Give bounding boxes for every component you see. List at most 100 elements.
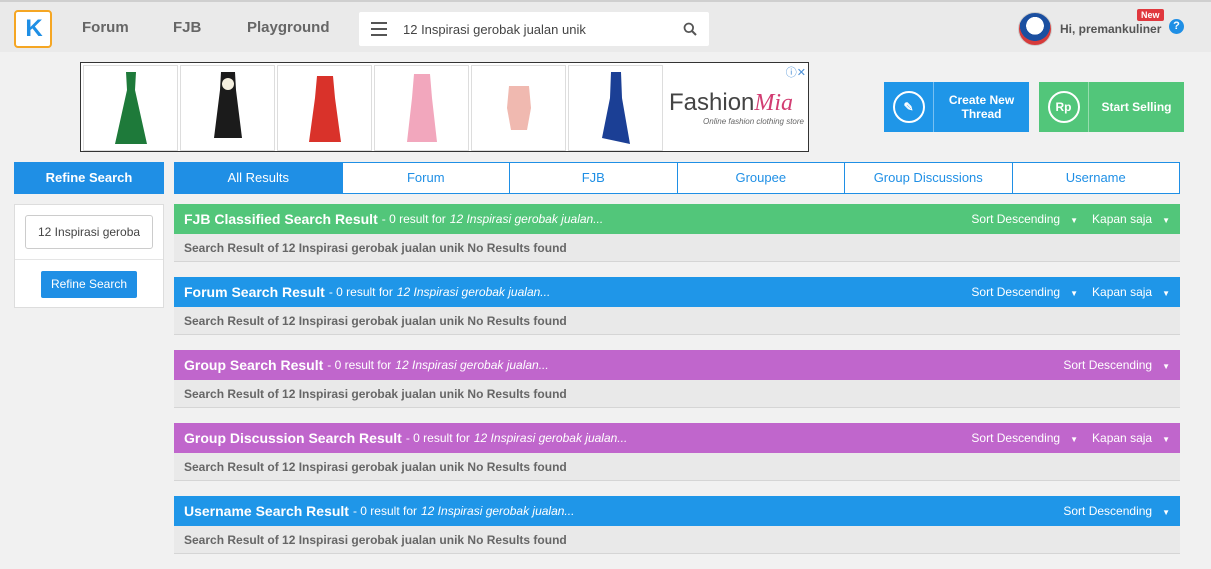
time-label: Kapan saja [1092, 285, 1153, 299]
kaskus-logo[interactable]: K [14, 10, 52, 48]
nav-link-fjb[interactable]: FJB [173, 19, 201, 36]
section-header: Forum Search Result - 0 result for 12 In… [174, 277, 1180, 307]
section-body: Search Result of 12 Inspirasi gerobak ju… [174, 234, 1180, 262]
caret-down-icon: ▼ [1162, 289, 1170, 298]
sort-label: Sort Descending [971, 431, 1061, 445]
pencil-icon: ✎ [892, 91, 925, 123]
start-selling-button[interactable]: Rp Start Selling [1039, 82, 1184, 132]
result-count: - 0 result for [381, 212, 446, 226]
tab-groupee[interactable]: Groupee [677, 162, 845, 194]
result-count: - 0 result for [328, 285, 393, 299]
caret-down-icon: ▼ [1070, 216, 1079, 225]
ad-dress-image[interactable] [83, 65, 178, 151]
time-dropdown[interactable]: Kapan saja ▼ [1092, 285, 1170, 299]
section-body: Search Result of 12 Inspirasi gerobak ju… [174, 380, 1180, 408]
sort-label: Sort Descending [1063, 504, 1153, 518]
section-header: FJB Classified Search Result - 0 result … [174, 204, 1180, 234]
section-title[interactable]: Username Search Result [184, 503, 349, 519]
rupiah-icon: Rp [1047, 91, 1080, 123]
result-count: - 0 result for [352, 504, 417, 518]
avatar[interactable] [1018, 12, 1052, 46]
create-thread-label-1: Create New [948, 93, 1015, 107]
section-title[interactable]: Forum Search Result [184, 284, 325, 300]
divider [15, 259, 163, 260]
sort-dropdown[interactable]: Sort Descending ▼ [971, 431, 1078, 445]
sort-label: Sort Descending [971, 212, 1061, 226]
time-dropdown[interactable]: Kapan saja ▼ [1092, 212, 1170, 226]
ad-close-icon[interactable]: ⓘ✕ [786, 64, 806, 80]
section-header: Group Discussion Search Result - 0 resul… [174, 423, 1180, 453]
sort-dropdown[interactable]: Sort Descending ▼ [971, 285, 1078, 299]
dress-icon [506, 86, 531, 130]
ad-dress-image[interactable] [277, 65, 372, 151]
refine-search-input[interactable] [25, 215, 153, 249]
tab-fjb[interactable]: FJB [510, 162, 678, 194]
start-selling-label: Start Selling [1101, 100, 1172, 114]
result-query: 12 Inspirasi gerobak jualan... [421, 504, 575, 518]
fashionmia-logo[interactable]: FashionMia Online fashion clothing store [669, 89, 804, 126]
refine-search-header: Refine Search [14, 162, 164, 194]
dress-icon [308, 76, 341, 142]
brand-tagline: Online fashion clothing store [703, 117, 804, 126]
result-query: 12 Inspirasi gerobak jualan... [473, 431, 628, 445]
section-title[interactable]: FJB Classified Search Result [184, 211, 378, 227]
tab-all-results[interactable]: All Results [174, 162, 343, 194]
caret-down-icon: ▼ [1162, 435, 1170, 444]
time-label: Kapan saja [1092, 212, 1153, 226]
result-tabs: All Results Forum FJB Groupee Group Disc… [174, 162, 1180, 194]
caret-down-icon: ▼ [1070, 289, 1079, 298]
dress-icon [601, 72, 630, 144]
caret-down-icon: ▼ [1070, 435, 1079, 444]
caret-down-icon: ▼ [1162, 362, 1170, 371]
section-body: Search Result of 12 Inspirasi gerobak ju… [174, 453, 1180, 481]
sort-label: Sort Descending [1063, 358, 1153, 372]
result-query: 12 Inspirasi gerobak jualan... [449, 212, 604, 226]
ad-dress-image[interactable] [568, 65, 663, 151]
new-badge: New [1137, 9, 1164, 21]
group-result-section: Group Search Result - 0 result for 12 In… [174, 350, 1180, 408]
ad-banner[interactable]: FashionMia Online fashion clothing store… [80, 62, 809, 152]
username-result-section: Username Search Result - 0 result for 12… [174, 496, 1180, 554]
dress-icon [114, 72, 147, 144]
search-bar [359, 12, 709, 46]
tab-group-discussions[interactable]: Group Discussions [845, 162, 1013, 194]
ad-dress-image[interactable] [374, 65, 469, 151]
tab-forum[interactable]: Forum [342, 162, 510, 194]
dress-icon [213, 72, 242, 138]
search-input[interactable] [403, 20, 663, 38]
section-header: Group Search Result - 0 result for 12 In… [174, 350, 1180, 380]
dress-icon [406, 74, 437, 142]
ad-dress-image[interactable] [471, 65, 566, 151]
brand-main: Fashion [669, 89, 755, 116]
caret-down-icon: ▼ [1162, 216, 1170, 225]
menu-icon[interactable] [371, 22, 387, 36]
caret-down-icon: ▼ [1162, 508, 1170, 517]
logo-glyph: K [25, 15, 42, 42]
section-header: Username Search Result - 0 result for 12… [174, 496, 1180, 526]
sort-label: Sort Descending [971, 285, 1061, 299]
help-icon[interactable]: ? [1169, 19, 1184, 34]
result-count: - 0 result for [327, 358, 392, 372]
time-dropdown[interactable]: Kapan saja ▼ [1092, 431, 1170, 445]
refine-search-button[interactable]: Refine Search [41, 271, 137, 298]
tab-username[interactable]: Username [1012, 162, 1180, 194]
result-query: 12 Inspirasi gerobak jualan... [396, 285, 551, 299]
group-discussion-result-section: Group Discussion Search Result - 0 resul… [174, 423, 1180, 481]
create-thread-label-2: Thread [961, 107, 1002, 121]
ad-dress-image[interactable] [180, 65, 275, 151]
sort-dropdown[interactable]: Sort Descending ▼ [1063, 504, 1170, 518]
section-title[interactable]: Group Search Result [184, 357, 323, 373]
section-title[interactable]: Group Discussion Search Result [184, 430, 402, 446]
time-label: Kapan saja [1092, 431, 1153, 445]
sort-dropdown[interactable]: Sort Descending ▼ [971, 212, 1078, 226]
nav-link-playground[interactable]: Playground [247, 19, 330, 36]
sort-dropdown[interactable]: Sort Descending ▼ [1063, 358, 1170, 372]
section-body: Search Result of 12 Inspirasi gerobak ju… [174, 526, 1180, 554]
forum-result-section: Forum Search Result - 0 result for 12 In… [174, 277, 1180, 335]
create-thread-button[interactable]: ✎ Create New Thread [884, 82, 1029, 132]
refine-search-panel: Refine Search [14, 204, 164, 308]
user-greeting[interactable]: Hi, premankuliner [1060, 22, 1161, 36]
nav-link-forum[interactable]: Forum [82, 19, 129, 36]
result-count: - 0 result for [405, 431, 470, 445]
search-icon[interactable] [683, 22, 697, 36]
